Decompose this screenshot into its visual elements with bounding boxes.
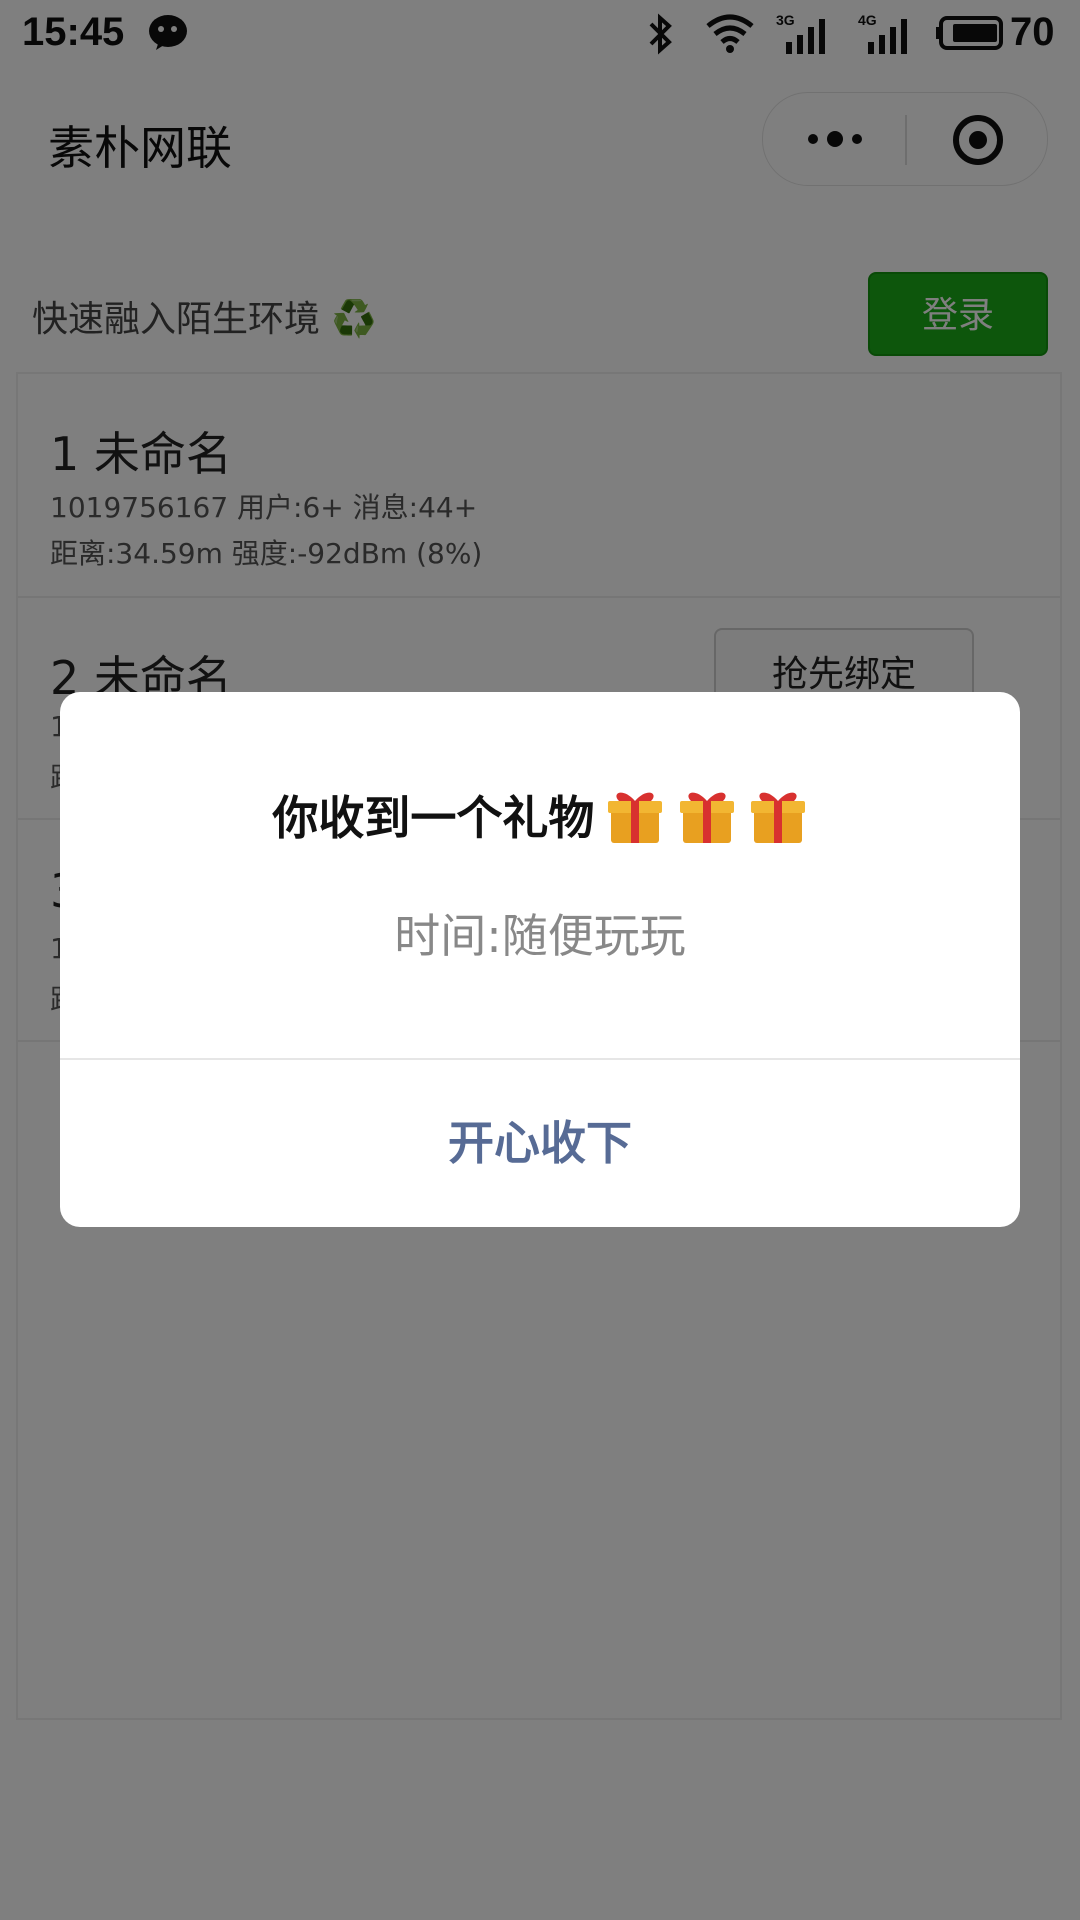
gift-icon	[750, 792, 805, 843]
modal-title-row: 你收到一个礼物	[60, 782, 1020, 852]
gift-icon	[608, 792, 663, 843]
gift-icon	[679, 792, 734, 843]
gift-modal: 你收到一个礼物 时间:随便玩玩 开心收下	[60, 692, 1020, 1227]
modal-title: 你收到一个礼物	[272, 791, 595, 845]
modal-content: 时间:随便玩玩	[394, 909, 686, 963]
confirm-button[interactable]: 开心收下	[60, 1060, 1020, 1227]
